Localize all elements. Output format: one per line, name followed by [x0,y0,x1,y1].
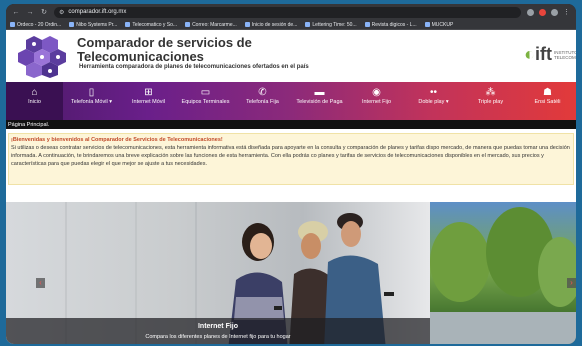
double-play-icon: •• [429,87,437,98]
web-page: Comparador de servicios de Telecomunicac… [6,30,576,344]
ift-institute-label: INSTITUTO TELECOMU [554,49,576,60]
menu-item-home[interactable]: ⌂ Inicio [6,82,63,120]
browser-toolbar: ← → ↻ ⚙ comparador.ift.org.mx ⋮ [6,4,576,20]
profile-badge-icon[interactable] [539,8,546,16]
menu-item-fixed-internet[interactable]: ◉ Internet Fijo [348,82,405,120]
carousel-prev-button[interactable]: ‹ [36,278,45,288]
satellite-icon: ☗ [543,87,552,98]
address-bar[interactable]: ⚙ comparador.ift.org.mx [54,6,521,18]
menu-item-satellite[interactable]: ☗ Ensi Satéli [519,82,576,120]
bookmark-favicon-icon [185,22,191,27]
bookmark-label: Revista digicos - L... [371,21,417,28]
menu-item-double-play[interactable]: •• Doble play ▾ [405,82,462,120]
bookmark-favicon-icon [244,22,250,27]
site-info-icon[interactable]: ⚙ [59,9,64,16]
menu-item-label: Ensi Satéli [534,99,561,105]
trees-image [430,207,576,344]
bookmark-favicon-icon [305,22,311,27]
avatar[interactable] [551,8,558,16]
carousel-next-button[interactable]: › [567,278,576,288]
menu-item-label: Televisión de Paga [296,99,343,105]
bookmark-item[interactable]: Ordeco - 20 Ordin... [10,22,61,28]
site-subtitle: Herramienta comparadora de planes de tel… [79,64,309,70]
ift-logo[interactable]: ◐ift INSTITUTO TELECOMU [524,44,576,65]
bookmark-favicon-icon [424,22,430,27]
welcome-panel: ¡Bienvenidas y bienvenidos al Comparador… [8,133,574,185]
carousel-next-slide-image [430,202,576,344]
pay-tv-icon: ▬ [314,87,325,98]
menu-item-label: Triple play [477,99,504,105]
bookmarks-bar: Ordeco - 20 Ordin... Nibo Systems Pr... Te… [6,20,576,30]
menu-dots-icon[interactable]: ⋮ [563,8,570,16]
bookmark-item[interactable]: Lettering Time: 50... [305,21,357,28]
bookmark-favicon-icon [69,22,75,27]
bookmark-item[interactable]: Revista digicos - L... [364,21,417,28]
menu-item-mobile-phone[interactable]: ▯ Telefonía Móvil ▾ [63,82,120,120]
breadcrumb: Página Principal. [6,120,576,129]
bookmark-label: Inicio de sesión de... [251,21,298,28]
welcome-body: Si utilizas o deseas contratar servicios… [11,145,570,167]
devices-icon: ▭ [200,87,211,98]
landline-phone-icon: ✆ [258,87,267,98]
menu-item-label: Equipos Terminales [181,99,230,105]
menu-item-landline-phone[interactable]: ✆ Telefonía Fija [234,82,291,120]
bookmark-label: Lettering Time: 50... [312,21,357,28]
url-text: comparador.ift.org.mx [68,9,127,15]
bookmark-item[interactable]: Inicio de sesión de... [244,21,298,28]
bookmark-item[interactable]: Correo: Marcarme... [185,22,237,28]
bookmark-label: MUCKUP [431,21,454,28]
menu-item-triple-play[interactable]: ⁂ Triple play [462,82,519,120]
carousel-caption-title: Internet Fijo [197,323,239,330]
mobile-internet-icon: ⊞ [144,87,153,98]
bookmark-favicon-icon [10,22,15,27]
bookmark-item[interactable]: Nibo Systems Pr... [69,22,117,28]
menu-item-pay-tv[interactable]: ▬ Televisión de Paga [291,82,348,120]
menu-item-devices[interactable]: ▭ Equipos Terminales [177,82,234,120]
home-icon: ⌂ [31,87,38,98]
menu-item-label: Doble play ▾ [418,99,449,105]
mobile-phone-icon: ▯ [88,87,95,98]
carousel-caption-subtitle: Compara los diferentes planes de Interne… [145,334,291,340]
page-title: Comparador de servicios de Telecomunicac… [77,36,252,64]
menu-item-mobile-internet[interactable]: ⊞ Internet Móvil [120,82,177,120]
bookmark-item[interactable]: MUCKUP [424,21,454,28]
carousel-caption: Internet Fijo Compara los diferentes pla… [6,318,430,344]
menu-item-label: Telefonía Fija [246,99,279,105]
browser-window: ← → ↻ ⚙ comparador.ift.org.mx ⋮ Ordeco -… [6,4,576,344]
reload-icon[interactable]: ↻ [40,8,48,16]
forward-icon[interactable]: → [26,9,34,16]
site-header: Comparador de servicios de Telecomunicac… [6,30,576,82]
triple-play-icon: ⁂ [485,87,496,98]
bookmark-favicon-icon [364,22,370,27]
title-line-1: Comparador de servicios de [77,35,252,50]
bookmark-favicon-icon [125,22,131,27]
bookmark-label: Correo: Marcarme... [192,21,237,28]
fixed-internet-icon: ◉ [372,87,381,98]
main-menu: ⌂ Inicio ▯ Telefonía Móvil ▾ ⊞ Internet Móvil… [6,82,576,120]
bookmark-label: Ordeco - 20 Ordin... [17,21,62,28]
bookmark-label: Telecomatico y So... [132,21,178,28]
menu-item-label: Internet Fijo [361,99,392,105]
ift-logo-mark: ◐ift [524,44,552,64]
menu-item-label: Internet Móvil [131,99,165,105]
image-carousel[interactable]: ‹ › Internet Fijo Compara los diferentes… [6,202,576,344]
hexagon-logo-icon[interactable] [12,34,72,78]
bookmark-label: Nibo Systems Pr... [76,21,118,28]
extension-icon[interactable] [527,8,534,16]
back-icon[interactable]: ← [12,9,20,16]
bookmark-item[interactable]: Telecomatico y So... [125,22,177,28]
welcome-heading: ¡Bienvenidas y bienvenidos al Comparador… [11,137,223,143]
menu-item-label: Inicio [28,99,41,105]
menu-item-label: Telefonía Móvil ▾ [71,99,112,105]
title-line-2: Telecomunicaciones [77,49,204,64]
